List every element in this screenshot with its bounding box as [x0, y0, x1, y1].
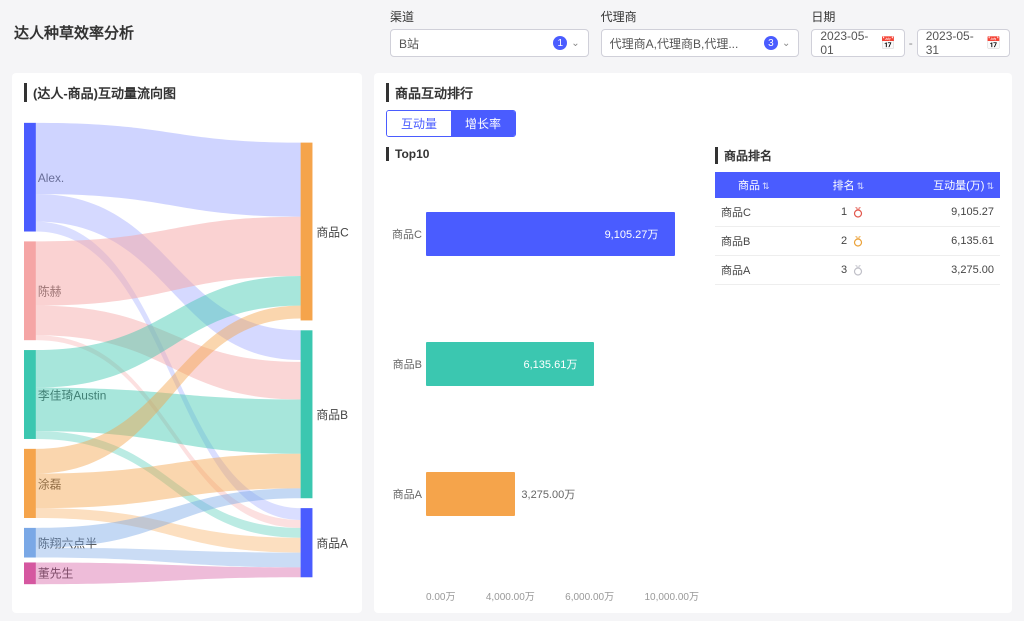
cell-rank: 1 [793, 198, 871, 227]
medal-icon [852, 264, 864, 276]
channel-filter-label: 渠道 [390, 8, 589, 25]
col-rank[interactable]: 排名⇅ [793, 172, 871, 198]
date-start-input[interactable]: 2023-05-01 📅 [811, 29, 904, 57]
agent-filter-label: 代理商 [601, 8, 800, 25]
table-row: 商品C 1 9,105.27 [715, 198, 1000, 227]
date-end-value: 2023-05-31 [926, 29, 986, 57]
bar-label: 9,105.27万 [605, 226, 659, 242]
sankey-chart: 商品C 商品B 商品A Alex. 陈赫 李佳琦Austin 涂磊 陈翔六点半 … [24, 110, 350, 600]
chevron-down-icon: ⌄ [782, 38, 790, 49]
svg-text:商品C: 商品C [316, 225, 349, 239]
calendar-icon: 📅 [986, 36, 1001, 50]
svg-text:商品A: 商品A [316, 537, 348, 551]
ranking-title: 商品互动排行 [386, 83, 1000, 102]
cell-value: 9,105.27 [870, 198, 1000, 227]
medal-icon [852, 235, 864, 247]
col-name[interactable]: 商品⇅ [715, 172, 793, 198]
bar-category: 商品C [386, 226, 422, 242]
sort-icon: ⇅ [857, 181, 865, 191]
sankey-panel: (达人-商品)互动量流向图 商品C 商品B 商品A Alex. 陈赫 李佳琦Au… [12, 73, 362, 613]
bar [426, 472, 515, 516]
channel-count-badge: 1 [553, 36, 567, 50]
col-value[interactable]: 互动量(万)⇅ [870, 172, 1000, 198]
date-end-input[interactable]: 2023-05-31 📅 [917, 29, 1010, 57]
bar-label: 6,135.61万 [524, 356, 578, 372]
date-sep: - [909, 36, 913, 50]
bar-category: 商品A [386, 486, 422, 502]
cell-name: 商品C [715, 198, 793, 227]
bar-row: 商品B 6,135.61万 [426, 299, 699, 429]
sankey-title: (达人-商品)互动量流向图 [24, 83, 350, 102]
ranking-panel: 商品互动排行 互动量 增长率 Top10 商品C 9,105.27万商品B 6,… [374, 73, 1012, 613]
bar-row: 商品A 3,275.00万 [426, 429, 699, 559]
date-filter-label: 日期 [811, 8, 1010, 25]
cell-name: 商品A [715, 256, 793, 285]
tab-interaction[interactable]: 互动量 [387, 111, 451, 136]
agent-select[interactable]: 代理商A,代理商B,代理... 3 ⌄ [601, 29, 800, 57]
calendar-icon: 📅 [881, 36, 896, 50]
cell-rank: 2 [793, 227, 871, 256]
tab-growth[interactable]: 增长率 [451, 111, 515, 136]
table-row: 商品B 2 6,135.61 [715, 227, 1000, 256]
cell-value: 3,275.00 [870, 256, 1000, 285]
channel-select[interactable]: B站 1 ⌄ [390, 29, 589, 57]
date-start-value: 2023-05-01 [820, 29, 880, 57]
ranking-tabs: 互动量 增长率 [386, 110, 516, 137]
sort-icon: ⇅ [986, 181, 994, 191]
cell-value: 6,135.61 [870, 227, 1000, 256]
chevron-down-icon: ⌄ [571, 38, 579, 49]
ranking-table: 商品⇅ 排名⇅ 互动量(万)⇅ 商品C 1 9,105.27商品B 2 6,13… [715, 172, 1000, 285]
page-title: 达人种草效率分析 [14, 22, 134, 43]
bar-row: 商品C 9,105.27万 [426, 169, 699, 299]
channel-value: B站 [399, 35, 419, 52]
chart-title: Top10 [386, 147, 699, 161]
sort-icon: ⇅ [762, 181, 770, 191]
agent-value: 代理商A,代理商B,代理... [610, 35, 739, 52]
cell-rank: 3 [793, 256, 871, 285]
table-title: 商品排名 [715, 147, 1000, 164]
bar-category: 商品B [386, 356, 422, 372]
x-axis: 0.00万 4,000.00万 6,000.00万 10,000.00万 [386, 588, 699, 603]
bar-chart: 商品C 9,105.27万商品B 6,135.61万商品A 3,275.00万 [386, 169, 699, 586]
cell-name: 商品B [715, 227, 793, 256]
bar-label: 3,275.00万 [521, 486, 575, 502]
table-row: 商品A 3 3,275.00 [715, 256, 1000, 285]
medal-icon [852, 206, 864, 218]
agent-count-badge: 3 [764, 36, 778, 50]
svg-text:商品B: 商品B [316, 408, 348, 422]
